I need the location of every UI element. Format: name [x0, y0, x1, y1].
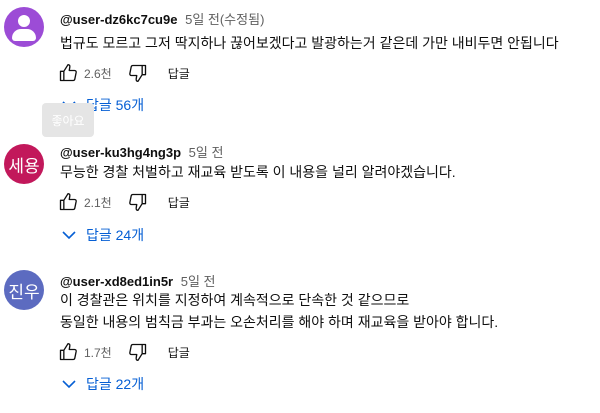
like-button[interactable]	[56, 340, 80, 364]
like-count: 1.7천	[84, 345, 112, 360]
author-name[interactable]: @user-dz6kc7cu9e	[60, 12, 177, 27]
comment-line: 무능한 경찰 처벌하고 재교육 받도록 이 내용을 널리 알려야겠습니다.	[60, 164, 456, 180]
like-count: 2.1천	[84, 195, 112, 210]
comment-line: 동일한 내용의 범칙금 부과는 오손처리를 해야 하며 재교육을 받아야 합니다…	[60, 314, 499, 330]
avatar-initials: 세용	[8, 156, 40, 177]
like-tooltip: 좋아요	[42, 103, 94, 137]
thumbs-down-icon	[128, 193, 146, 211]
thumbs-up-icon	[59, 193, 77, 211]
comment-header: @user-xd8ed1in5r 5일 전	[60, 271, 216, 290]
comment-text: 이 경찰관은 위치를 지정하여 계속적으로 단속한 것 같으므로 동일한 내용의…	[60, 289, 498, 333]
comment-line: 이 경찰관은 위치를 지정하여 계속적으로 단속한 것 같으므로	[60, 292, 410, 308]
replies-count-label: 답글 22개	[86, 376, 145, 392]
comment-text: 무능한 경찰 처벌하고 재교육 받도록 이 내용을 널리 알려야겠습니다.	[60, 161, 456, 183]
chevron-down-icon	[62, 230, 76, 240]
reply-button[interactable]: 답글	[168, 344, 190, 361]
view-replies-button[interactable]: 답글 24개	[62, 223, 144, 247]
avatar[interactable]: 진우	[4, 270, 44, 310]
dislike-button[interactable]	[126, 190, 150, 214]
dislike-button[interactable]	[126, 340, 150, 364]
thumbs-down-icon	[128, 64, 146, 83]
comment-actions: 2.6천 답글	[56, 61, 190, 85]
replies-count-label: 답글 56개	[86, 97, 145, 113]
reply-button[interactable]: 답글	[168, 194, 190, 211]
dislike-button[interactable]	[126, 61, 150, 85]
comment-text: 법규도 모르고 그저 딱지하나 끊어보겠다고 발광하는거 같은데 가만 내비두면…	[60, 32, 559, 54]
thumbs-up-icon	[59, 343, 77, 361]
author-name[interactable]: @user-ku3hg4ng3p	[60, 145, 181, 160]
comment-actions: 1.7천 답글	[56, 340, 190, 364]
like-count: 2.6천	[84, 66, 112, 81]
avatar-initials: 진우	[8, 282, 40, 303]
replies-count-label: 답글 24개	[86, 227, 145, 243]
thumbs-down-icon	[128, 343, 146, 361]
view-replies-button[interactable]: 답글 22개	[62, 372, 144, 396]
author-name[interactable]: @user-xd8ed1in5r	[60, 274, 173, 289]
comment-time[interactable]: 5일 전	[189, 145, 224, 160]
like-button[interactable]	[56, 61, 80, 85]
comment-line: 법규도 모르고 그저 딱지하나 끊어보겠다고 발광하는거 같은데 가만 내비두면…	[60, 35, 559, 51]
comment-header: @user-dz6kc7cu9e 5일 전(수정됨)	[60, 9, 264, 28]
comment-thread: 세용 @user-ku3hg4ng3p 5일 전 무능한 경찰 처벌하고 재교육…	[0, 135, 600, 255]
comment-time[interactable]: 5일 전(수정됨)	[185, 12, 264, 27]
comment-time[interactable]: 5일 전	[181, 274, 216, 289]
comment-actions: 2.1천 답글	[56, 190, 190, 214]
comment-header: @user-ku3hg4ng3p 5일 전	[60, 142, 223, 161]
avatar-head	[18, 15, 30, 27]
like-button[interactable]	[56, 190, 80, 214]
thumbs-up-icon	[59, 64, 77, 82]
avatar-body	[12, 29, 36, 41]
avatar[interactable]: 세용	[4, 144, 44, 184]
reply-button[interactable]: 답글	[168, 65, 190, 82]
comment-thread: 진우 @user-xd8ed1in5r 5일 전 이 경찰관은 위치를 지정하여…	[0, 262, 600, 413]
chevron-down-icon	[62, 379, 76, 389]
avatar[interactable]	[4, 7, 44, 47]
